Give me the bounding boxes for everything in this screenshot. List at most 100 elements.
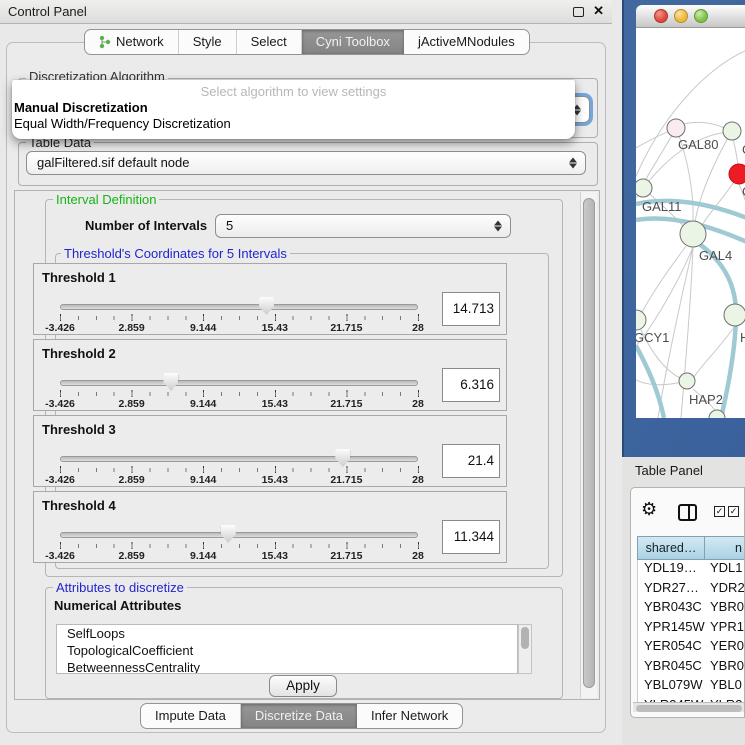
threshold-3-value-field[interactable]: 21.4 — [442, 444, 500, 478]
threshold-4-slider-thumb[interactable] — [221, 525, 236, 543]
columns-icon[interactable] — [678, 504, 697, 521]
cell-shared-name[interactable]: YBL079W — [638, 677, 710, 697]
float-window-icon[interactable] — [573, 7, 584, 17]
scale-tick-label: 21.715 — [330, 550, 362, 562]
table-row[interactable]: YBL079WYBL0 — [638, 677, 745, 697]
dropdown-item-equal-width[interactable]: Equal Width/Frequency Discretization — [12, 115, 575, 131]
apply-button[interactable]: Apply — [269, 675, 337, 697]
tab-select[interactable]: Select — [237, 30, 302, 54]
cell-name[interactable]: YBL0 — [710, 677, 742, 697]
network-node[interactable] — [724, 304, 745, 326]
table-row[interactable]: YDL19…YDL1 — [638, 560, 745, 580]
scale-tick-label: 15.43 — [262, 322, 288, 334]
table-body[interactable]: YDL19…YDL1YDR27…YDR2YBR043CYBR0YPR145WYP… — [637, 560, 745, 703]
network-node[interactable] — [723, 122, 741, 140]
cell-name[interactable]: YDR2 — [710, 580, 745, 600]
network-node-label: H — [740, 330, 745, 345]
close-traffic-light-icon[interactable] — [654, 9, 668, 23]
cell-name[interactable]: YBR0 — [710, 658, 744, 678]
algorithm-dropdown-popup: Select algorithm to view settings Manual… — [12, 80, 575, 139]
node-table-panel: ⚙ ✓ ✓ shared… n YDL19…YDL1YDR27…YDR2YBR0… — [630, 487, 745, 718]
network-node[interactable] — [680, 221, 706, 247]
threshold-4-value-field[interactable]: 11.344 — [442, 520, 500, 554]
dropdown-hint: Select algorithm to view settings — [12, 80, 575, 99]
threshold-1-slider-thumb[interactable] — [259, 297, 274, 315]
column-header-shared-name[interactable]: shared… — [637, 536, 705, 560]
gear-icon[interactable]: ⚙ — [641, 501, 657, 519]
attribute-list-item[interactable]: BetweennessCentrality — [57, 659, 517, 674]
network-window-frame[interactable]: GAL80GCGAL11GAL4HGCY1HAP2 — [622, 0, 745, 457]
checkbox-icon[interactable]: ✓ — [714, 506, 725, 517]
threshold-2-slider[interactable] — [60, 380, 418, 386]
tab-jactivemnodules[interactable]: jActiveMNodules — [404, 30, 529, 54]
tab-discretize-data[interactable]: Discretize Data — [241, 704, 357, 728]
network-edge[interactable] — [636, 50, 745, 176]
scale-tick-label: -3.426 — [45, 322, 75, 334]
cell-shared-name[interactable]: YBR043C — [638, 599, 710, 619]
tab-cyni-toolbox[interactable]: Cyni Toolbox — [302, 30, 404, 54]
cell-shared-name[interactable]: YBR045C — [638, 658, 710, 678]
table-horizontal-scrollbar[interactable] — [633, 702, 745, 712]
zoom-traffic-light-icon[interactable] — [694, 9, 708, 23]
cell-name[interactable]: YBR0 — [710, 599, 744, 619]
network-edge[interactable] — [733, 139, 738, 165]
control-panel-title: Control Panel — [8, 4, 87, 19]
threshold-4-slider[interactable] — [60, 532, 418, 538]
table-row[interactable]: YBR043CYBR0 — [638, 599, 745, 619]
checkbox-icon[interactable]: ✓ — [728, 506, 739, 517]
table-row[interactable]: YPR145WYPR1 — [638, 619, 745, 639]
threshold-scale: -3.4262.8599.14415.4321.71528 — [60, 550, 418, 562]
thresholds-group-label: Threshold's Coordinates for 5 Intervals — [61, 246, 290, 261]
threshold-4-panel: Threshold 4 -3.4262.8599.14415.4321.7152… — [33, 491, 507, 563]
table-data-combobox[interactable]: galFiltered.sif default node — [26, 151, 586, 175]
threshold-3-slider-thumb[interactable] — [335, 449, 350, 467]
threshold-3-panel: Threshold 3 -3.4262.8599.14415.4321.7152… — [33, 415, 507, 487]
tab-impute-data[interactable]: Impute Data — [141, 704, 241, 728]
table-row[interactable]: YER054CYER0 — [638, 638, 745, 658]
scale-tick-label: 21.715 — [330, 474, 362, 486]
network-edge[interactable] — [641, 246, 686, 314]
cell-name[interactable]: YDL1 — [710, 560, 743, 580]
network-node[interactable] — [679, 373, 695, 389]
scrollbar-thumb[interactable] — [636, 705, 742, 712]
table-row[interactable]: YBR045CYBR0 — [638, 658, 745, 678]
network-window-titlebar[interactable] — [636, 5, 745, 28]
scale-tick-label: 9.144 — [190, 322, 216, 334]
tab-infer-network[interactable]: Infer Network — [357, 704, 462, 728]
attribute-list-item[interactable]: SelfLoops — [57, 625, 517, 642]
attributes-list-scrollbar[interactable] — [518, 624, 532, 674]
cell-shared-name[interactable]: YDR27… — [638, 580, 710, 600]
cell-name[interactable]: YPR1 — [710, 619, 744, 639]
scale-tick-label: 9.144 — [190, 398, 216, 410]
tab-network[interactable]: Network — [85, 30, 179, 54]
threshold-1-value-field[interactable]: 14.713 — [442, 292, 500, 326]
scale-tick-label: -3.426 — [45, 474, 75, 486]
attribute-list-item[interactable]: TopologicalCoefficient — [57, 642, 517, 659]
num-intervals-combobox[interactable]: 5 — [215, 214, 511, 238]
cell-shared-name[interactable]: YPR145W — [638, 619, 710, 639]
scale-tick-label: 28 — [412, 550, 424, 562]
threshold-3-slider[interactable] — [60, 456, 418, 462]
scrollbar-thumb[interactable] — [583, 198, 595, 688]
cell-name[interactable]: YER0 — [710, 638, 744, 658]
network-edge[interactable] — [683, 122, 724, 128]
threshold-1-slider[interactable] — [60, 304, 418, 310]
network-node[interactable] — [667, 119, 685, 137]
threshold-2-slider-thumb[interactable] — [163, 373, 178, 391]
network-canvas[interactable]: GAL80GCGAL11GAL4HGCY1HAP2 — [636, 28, 745, 418]
scale-tick-label: 9.144 — [190, 474, 216, 486]
settings-vertical-scrollbar[interactable] — [580, 192, 597, 698]
network-node[interactable] — [729, 164, 745, 184]
column-header-name[interactable]: n — [705, 536, 745, 560]
close-icon[interactable]: ✕ — [593, 3, 604, 19]
numerical-attributes-list[interactable]: SelfLoopsTopologicalCoefficientBetweenne… — [56, 624, 518, 674]
tab-style[interactable]: Style — [179, 30, 237, 54]
cell-shared-name[interactable]: YER054C — [638, 638, 710, 658]
table-row[interactable]: YDR27…YDR2 — [638, 580, 745, 600]
network-node[interactable] — [636, 179, 652, 197]
dropdown-item-manual[interactable]: Manual Discretization — [12, 99, 575, 115]
threshold-2-value-field[interactable]: 6.316 — [442, 368, 500, 402]
cell-shared-name[interactable]: YDL19… — [638, 560, 710, 580]
network-node[interactable] — [636, 310, 646, 330]
minimize-traffic-light-icon[interactable] — [674, 9, 688, 23]
